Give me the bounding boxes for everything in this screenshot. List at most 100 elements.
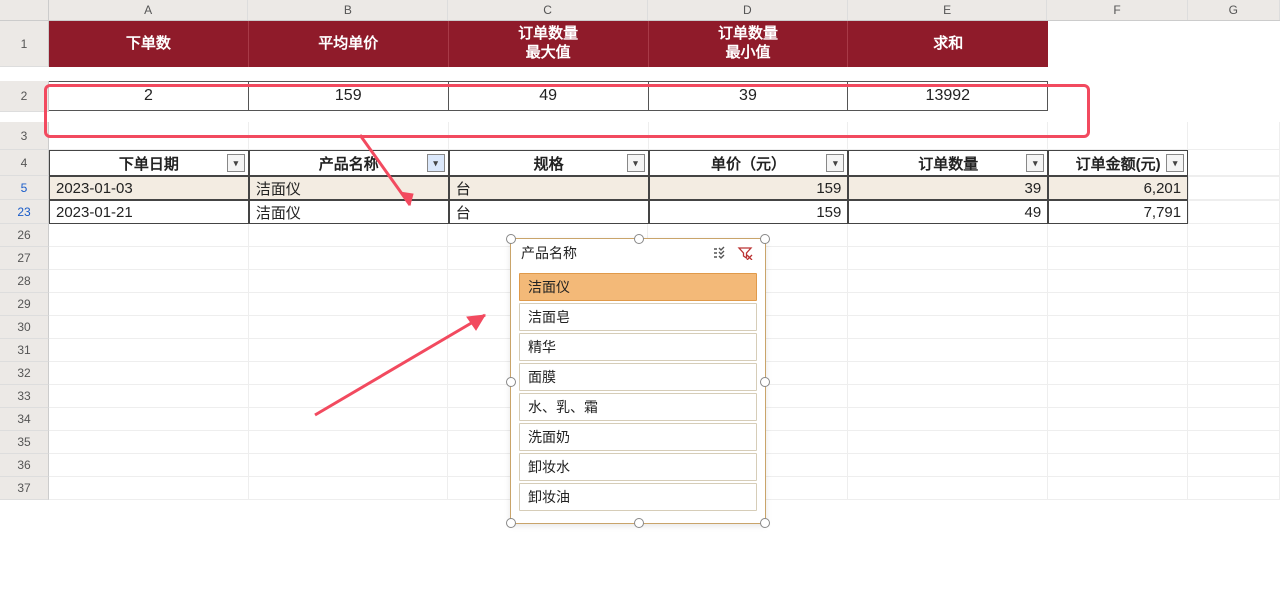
slicer-item[interactable]: 洁面皂 bbox=[519, 303, 757, 331]
col-header-F[interactable]: F bbox=[1047, 0, 1187, 20]
summary-header-cell[interactable]: 平均单价 bbox=[249, 21, 449, 67]
table-header-date[interactable]: 下单日期▾ bbox=[49, 150, 249, 176]
empty-cell[interactable] bbox=[848, 362, 1048, 385]
summary-value-cell[interactable]: 2 bbox=[49, 81, 249, 111]
empty-cell[interactable] bbox=[1188, 176, 1280, 200]
empty-cell[interactable] bbox=[249, 270, 449, 293]
empty-cell[interactable] bbox=[1188, 21, 1280, 67]
empty-cell[interactable] bbox=[848, 316, 1048, 339]
empty-cell[interactable] bbox=[1048, 362, 1188, 385]
empty-cell[interactable] bbox=[1188, 316, 1280, 339]
empty-cell[interactable] bbox=[848, 431, 1048, 454]
empty-cell[interactable] bbox=[848, 477, 1048, 500]
empty-cell[interactable] bbox=[848, 122, 1048, 150]
table-header-price[interactable]: 单价（元）▾ bbox=[649, 150, 849, 176]
empty-cell[interactable] bbox=[49, 316, 249, 339]
row-header[interactable]: 34 bbox=[0, 408, 49, 431]
filter-button[interactable]: ▾ bbox=[627, 154, 645, 172]
empty-cell[interactable] bbox=[1188, 385, 1280, 408]
cell-date[interactable]: 2023-01-21 bbox=[49, 200, 249, 224]
row-header[interactable]: 23 bbox=[0, 200, 49, 224]
empty-cell[interactable] bbox=[848, 270, 1048, 293]
empty-cell[interactable] bbox=[49, 270, 249, 293]
slicer-item[interactable]: 洁面仪 bbox=[519, 273, 757, 301]
summary-value-cell[interactable]: 13992 bbox=[848, 81, 1048, 111]
table-header-spec[interactable]: 规格▾ bbox=[449, 150, 649, 176]
slicer-item[interactable]: 卸妆水 bbox=[519, 453, 757, 481]
empty-cell[interactable] bbox=[848, 247, 1048, 270]
row-header[interactable]: 3 bbox=[0, 122, 49, 150]
slicer-item[interactable]: 水、乳、霜 bbox=[519, 393, 757, 421]
row-header[interactable]: 33 bbox=[0, 385, 49, 408]
empty-cell[interactable] bbox=[49, 454, 249, 477]
summary-header-cell[interactable]: 订单数量 最大值 bbox=[449, 21, 649, 67]
resize-handle-icon[interactable] bbox=[506, 234, 516, 244]
row-header[interactable]: 35 bbox=[0, 431, 49, 454]
col-header-A[interactable]: A bbox=[49, 0, 249, 20]
empty-cell[interactable] bbox=[249, 247, 449, 270]
table-header-amt[interactable]: 订单金额(元)▾ bbox=[1048, 150, 1188, 176]
resize-handle-icon[interactable] bbox=[760, 377, 770, 387]
empty-cell[interactable] bbox=[1188, 408, 1280, 431]
empty-cell[interactable] bbox=[1188, 81, 1280, 112]
empty-cell[interactable] bbox=[1048, 385, 1188, 408]
multiselect-icon[interactable] bbox=[711, 244, 731, 262]
row-header[interactable]: 26 bbox=[0, 224, 49, 247]
empty-cell[interactable] bbox=[49, 247, 249, 270]
cell-amt[interactable]: 6,201 bbox=[1048, 176, 1188, 200]
empty-cell[interactable] bbox=[649, 122, 849, 150]
cell-qty[interactable]: 49 bbox=[848, 200, 1048, 224]
col-header-C[interactable]: C bbox=[448, 0, 648, 20]
cell-price[interactable]: 159 bbox=[649, 176, 849, 200]
summary-value-cell[interactable]: 159 bbox=[249, 81, 449, 111]
slicer-panel[interactable]: 产品名称 洁面仪 洁面皂 精华 面膜 水、乳、霜 洗面奶 卸妆水 卸妆油 bbox=[510, 238, 766, 524]
empty-cell[interactable] bbox=[49, 293, 249, 316]
row-header[interactable]: 36 bbox=[0, 454, 49, 477]
empty-cell[interactable] bbox=[1188, 339, 1280, 362]
cell-date[interactable]: 2023-01-03 bbox=[49, 176, 249, 200]
empty-cell[interactable] bbox=[1048, 431, 1188, 454]
empty-cell[interactable] bbox=[1048, 408, 1188, 431]
resize-handle-icon[interactable] bbox=[634, 518, 644, 528]
empty-cell[interactable] bbox=[49, 431, 249, 454]
empty-cell[interactable] bbox=[49, 122, 249, 150]
filter-button[interactable]: ▾ bbox=[1026, 154, 1044, 172]
cell-qty[interactable]: 39 bbox=[848, 176, 1048, 200]
empty-cell[interactable] bbox=[1048, 477, 1188, 500]
empty-cell[interactable] bbox=[1048, 224, 1188, 247]
empty-cell[interactable] bbox=[249, 224, 449, 247]
summary-header-cell[interactable]: 订单数量 最小值 bbox=[649, 21, 849, 67]
empty-cell[interactable] bbox=[848, 224, 1048, 247]
row-header[interactable]: 5 bbox=[0, 176, 49, 200]
empty-cell[interactable] bbox=[848, 408, 1048, 431]
empty-cell[interactable] bbox=[49, 385, 249, 408]
empty-cell[interactable] bbox=[49, 362, 249, 385]
empty-cell[interactable] bbox=[848, 339, 1048, 362]
row-header[interactable]: 37 bbox=[0, 477, 49, 500]
resize-handle-icon[interactable] bbox=[760, 518, 770, 528]
cell-amt[interactable]: 7,791 bbox=[1048, 200, 1188, 224]
summary-value-cell[interactable]: 49 bbox=[449, 81, 649, 111]
col-header-G[interactable]: G bbox=[1188, 0, 1280, 20]
empty-cell[interactable] bbox=[1188, 200, 1280, 224]
empty-cell[interactable] bbox=[49, 339, 249, 362]
col-header-B[interactable]: B bbox=[248, 0, 448, 20]
empty-cell[interactable] bbox=[1188, 362, 1280, 385]
empty-cell[interactable] bbox=[848, 454, 1048, 477]
empty-cell[interactable] bbox=[1048, 316, 1188, 339]
empty-cell[interactable] bbox=[449, 122, 649, 150]
row-header[interactable]: 4 bbox=[0, 150, 49, 176]
empty-cell[interactable] bbox=[1048, 293, 1188, 316]
resize-handle-icon[interactable] bbox=[634, 234, 644, 244]
empty-cell[interactable] bbox=[1048, 454, 1188, 477]
summary-value-cell[interactable]: 39 bbox=[649, 81, 849, 111]
resize-handle-icon[interactable] bbox=[760, 234, 770, 244]
cell-price[interactable]: 159 bbox=[649, 200, 849, 224]
empty-cell[interactable] bbox=[249, 477, 449, 500]
empty-cell[interactable] bbox=[1188, 431, 1280, 454]
empty-cell[interactable] bbox=[1188, 122, 1280, 150]
cell-spec[interactable]: 台 bbox=[449, 200, 649, 224]
summary-header-cell[interactable]: 求和 bbox=[848, 21, 1048, 67]
empty-cell[interactable] bbox=[1188, 293, 1280, 316]
resize-handle-icon[interactable] bbox=[506, 377, 516, 387]
